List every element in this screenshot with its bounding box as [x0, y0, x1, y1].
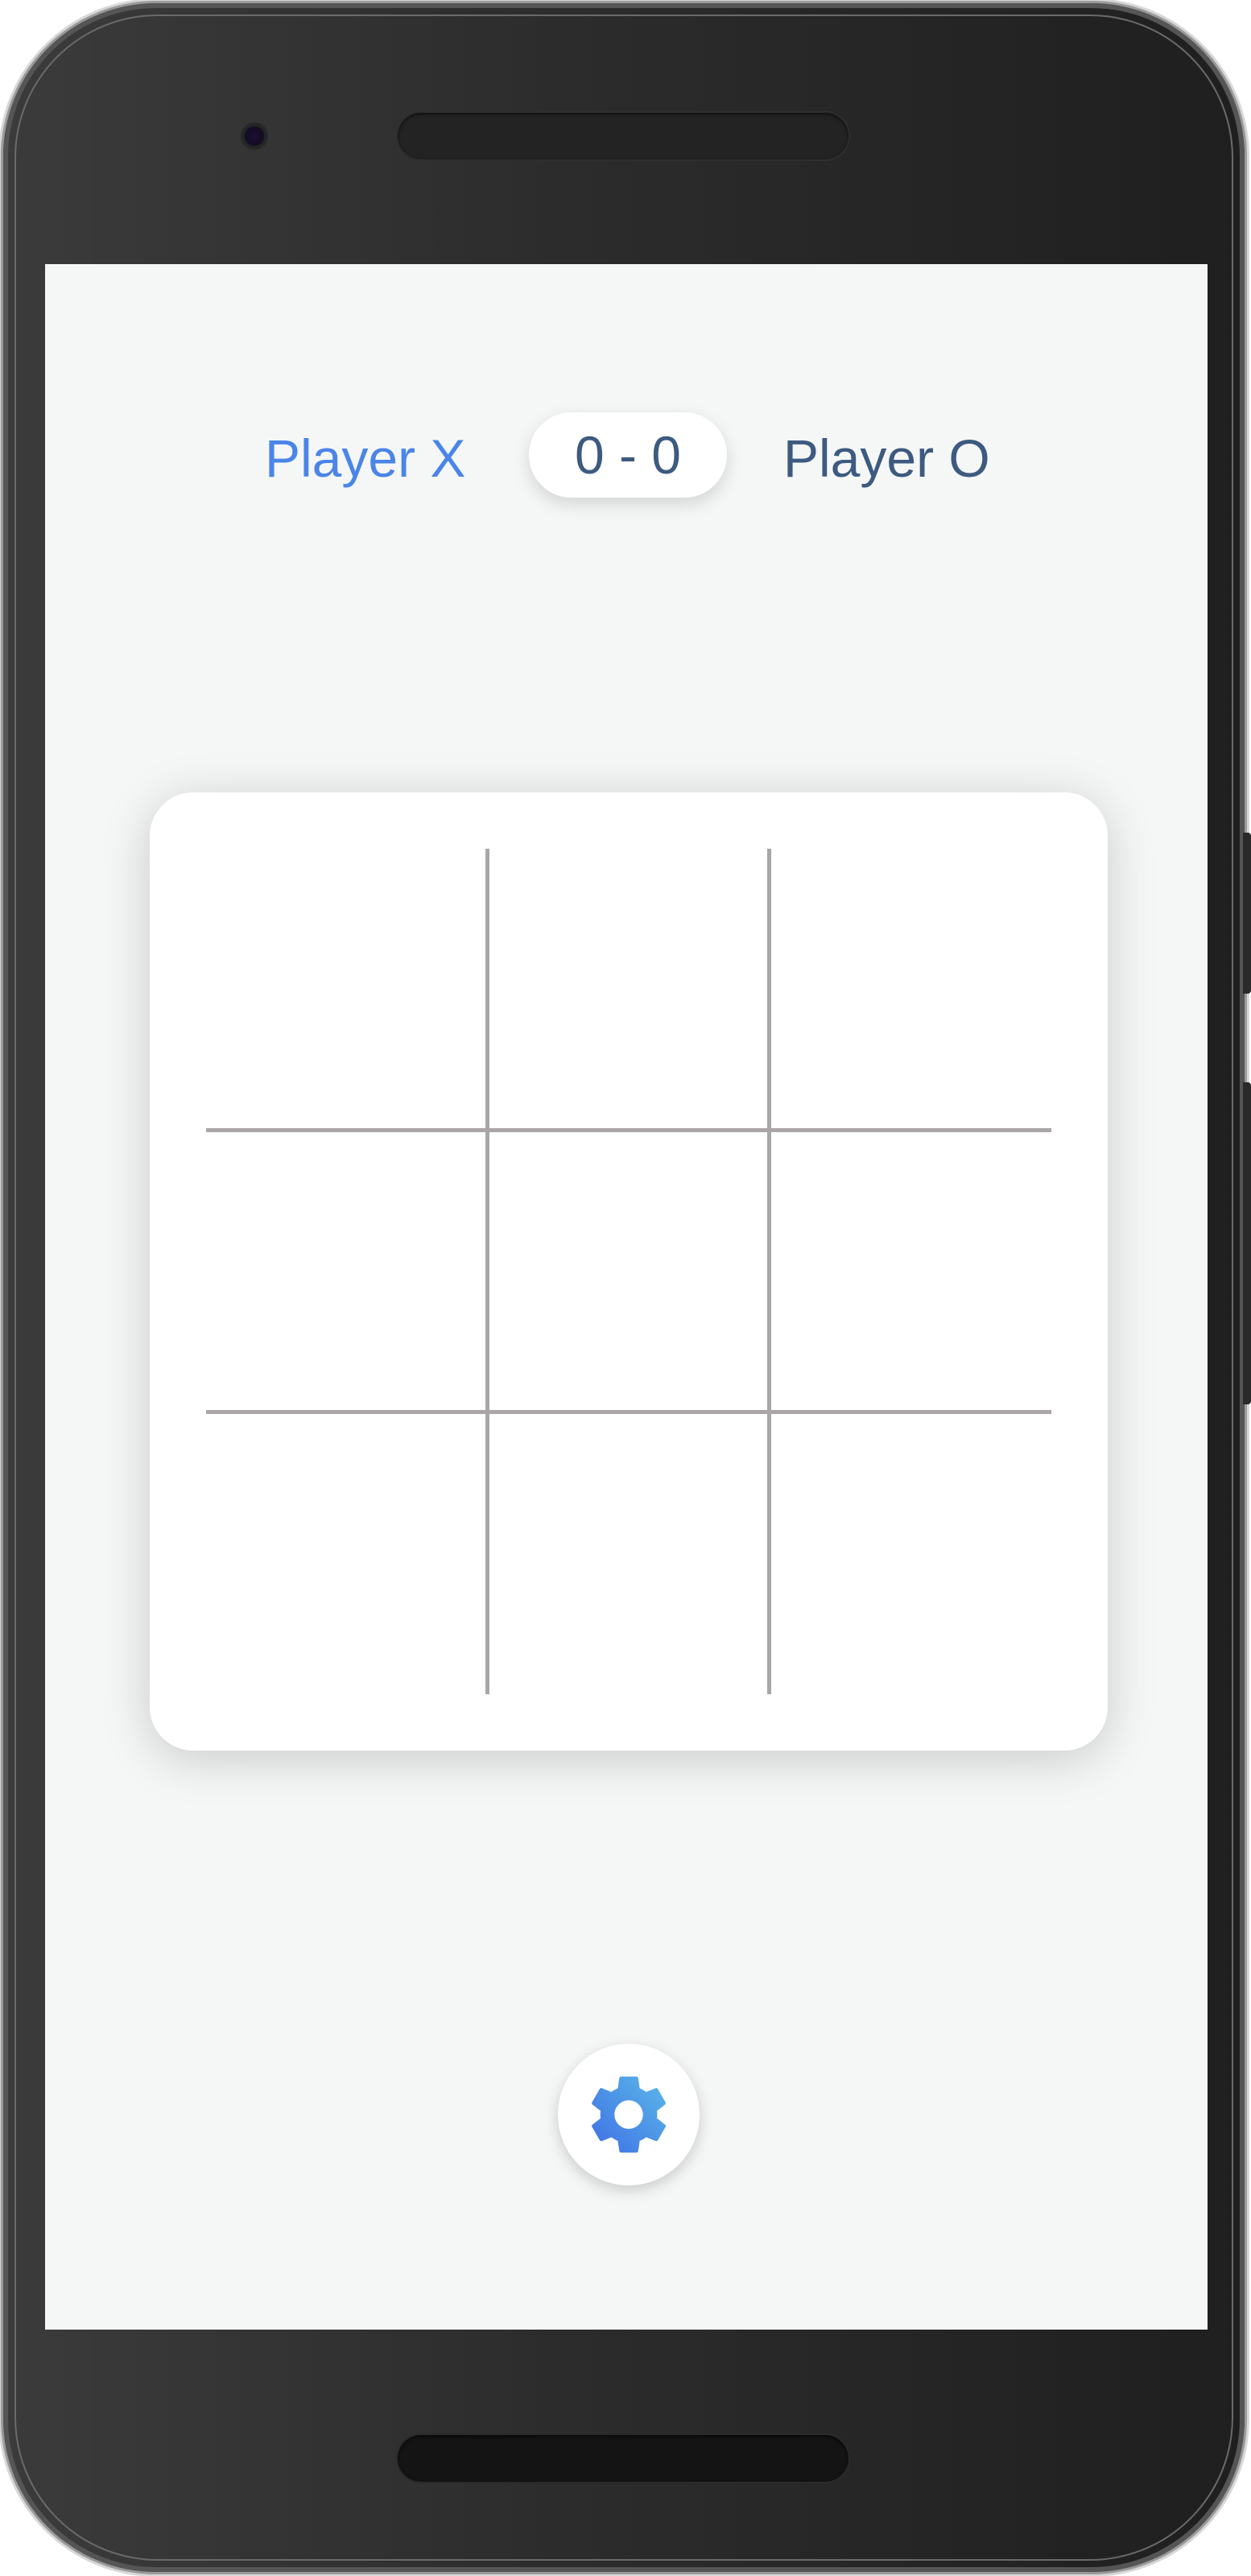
front-camera	[241, 122, 268, 150]
board-cell-5[interactable]	[488, 1131, 770, 1412]
bottom-speaker	[398, 2435, 848, 2482]
power-button	[1243, 833, 1251, 994]
board-cell-7[interactable]	[206, 1412, 488, 1694]
top-speaker	[398, 113, 848, 159]
score-badge: 0 - 0	[529, 412, 727, 498]
board-cell-3[interactable]	[770, 849, 1051, 1131]
score-text: 0 - 0	[574, 425, 682, 485]
board-cell-6[interactable]	[770, 1131, 1051, 1412]
scoreboard: Player X 0 - 0 Player O	[45, 412, 1208, 498]
board-cell-8[interactable]	[488, 1412, 770, 1694]
gear-icon	[592, 2076, 666, 2153]
player-o-label: Player O	[783, 428, 990, 488]
board-cell-4[interactable]	[206, 1131, 488, 1412]
board-cell-2[interactable]	[488, 849, 770, 1131]
volume-button	[1243, 1082, 1251, 1404]
settings-button[interactable]	[558, 2044, 700, 2185]
phone-frame: Player X 0 - 0 Player O	[3, 3, 1251, 2572]
board-cell-1[interactable]	[206, 849, 488, 1131]
player-x-label: Player X	[265, 428, 466, 488]
app-screen: Player X 0 - 0 Player O	[45, 264, 1208, 2330]
board-cell-9[interactable]	[770, 1412, 1051, 1694]
game-board	[150, 792, 1108, 1751]
